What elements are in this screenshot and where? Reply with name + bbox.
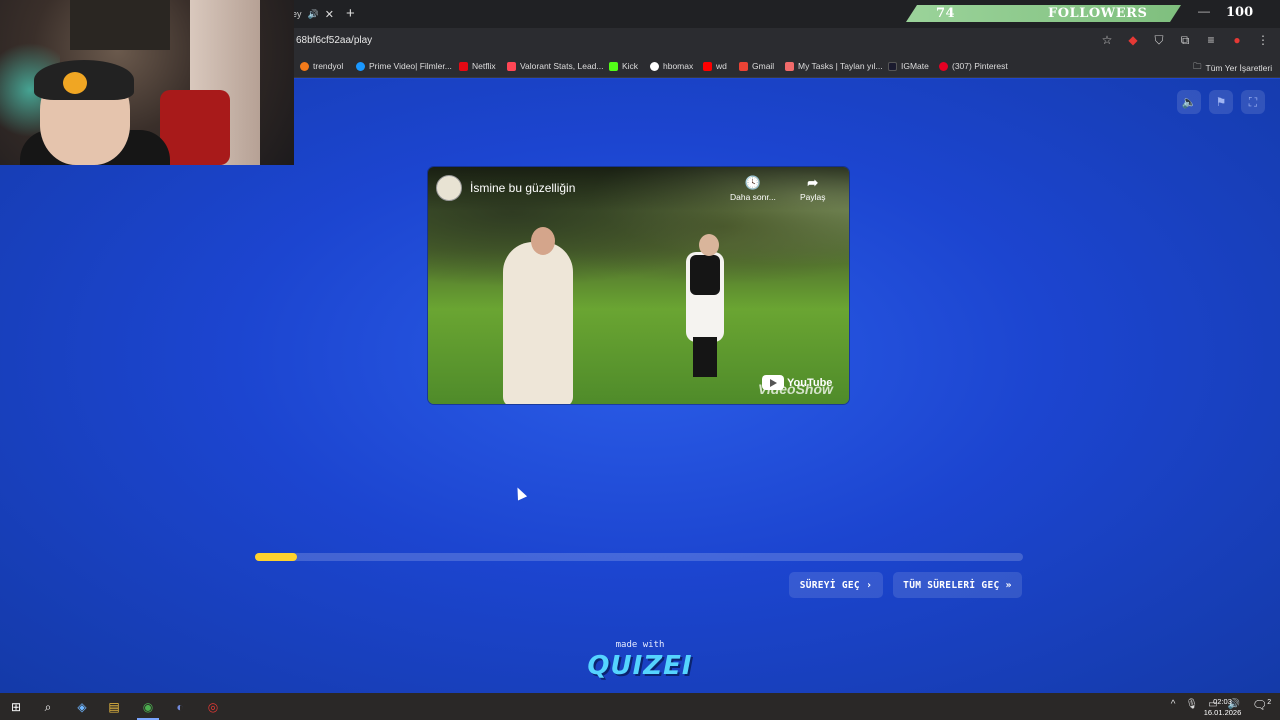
wall-poster bbox=[70, 0, 170, 50]
url-field[interactable]: 68bf6cf52aa/play bbox=[296, 35, 372, 46]
media-control-icon[interactable]: ≡ bbox=[1204, 33, 1218, 48]
gmail-icon bbox=[739, 61, 748, 71]
search-icon[interactable]: ⌕ bbox=[38, 697, 58, 717]
bookmark-netflix[interactable]: Netflix bbox=[459, 61, 496, 71]
video-title[interactable]: İsmine bu güzelliğin bbox=[470, 181, 575, 195]
microphone-icon[interactable]: 🎙 bbox=[1185, 699, 1198, 710]
obs-icon[interactable]: ◎ bbox=[203, 697, 223, 717]
valorant-icon bbox=[507, 61, 516, 71]
quiz-page: 🔈 ⚑ ⛶ İsmine bu güzelliğin 🕓 Daha sonr..… bbox=[0, 79, 1280, 693]
all-bookmarks-folder[interactable]: 🗀 Tüm Yer İşaretleri bbox=[1193, 61, 1272, 75]
prime-video-icon bbox=[356, 61, 365, 71]
followers-goal-bar: 74 FOLLOWERS bbox=[906, 5, 1181, 22]
skip-all-times-button[interactable]: TÜM SÜRELERİ GEÇ » bbox=[893, 572, 1022, 598]
youtube-play-icon bbox=[762, 375, 784, 390]
chevron-right-icon: › bbox=[865, 579, 873, 591]
clock-date: 16.01.2026 bbox=[1203, 708, 1242, 717]
browser-tab[interactable]: ley 🔊 ✕ bbox=[290, 4, 342, 24]
speaker-icon: 🔈 bbox=[1181, 95, 1197, 109]
minimize-icon[interactable]: — bbox=[1198, 4, 1210, 18]
clock-time: 02:03 bbox=[1213, 697, 1232, 706]
report-button[interactable]: ⚑ bbox=[1209, 90, 1233, 114]
video-figure-vest bbox=[690, 255, 720, 295]
bookmark-gmail[interactable]: Gmail bbox=[739, 61, 774, 71]
tab-close-icon[interactable]: ✕ bbox=[325, 8, 334, 21]
profile-avatar[interactable]: ● bbox=[1230, 33, 1244, 48]
bookmark-kick[interactable]: Kick bbox=[609, 61, 638, 71]
bookmark-my-tasks[interactable]: My Tasks | Taylan yıl... bbox=[785, 61, 883, 71]
timer-progress-fill bbox=[255, 553, 298, 561]
bookmark-pinterest[interactable]: (307) Pinterest bbox=[939, 61, 1008, 71]
bookmark-wd[interactable]: wd bbox=[703, 61, 727, 71]
chrome-icon[interactable]: ◉ bbox=[138, 697, 158, 717]
kick-icon bbox=[609, 61, 618, 71]
igmate-icon bbox=[888, 61, 897, 71]
watch-later-button[interactable]: 🕓 Daha sonr... bbox=[730, 175, 776, 202]
made-with-label: made with bbox=[615, 640, 665, 650]
fullscreen-icon: ⛶ bbox=[1248, 94, 1258, 109]
folder-icon: 🗀 bbox=[1193, 61, 1202, 71]
youtube-logo-link[interactable]: YouTube bbox=[762, 375, 832, 390]
embedded-youtube-video[interactable]: İsmine bu güzelliğin 🕓 Daha sonr... ➦ Pa… bbox=[428, 167, 849, 404]
trendyol-icon bbox=[300, 61, 309, 71]
sound-toggle-button[interactable]: 🔈 bbox=[1177, 90, 1201, 114]
cap-logo bbox=[63, 72, 87, 94]
flag-icon: ⚑ bbox=[1215, 95, 1227, 109]
video-figure-legs bbox=[693, 337, 717, 377]
share-icon: ➦ bbox=[807, 175, 819, 190]
tab-audio-icon[interactable]: 🔊 bbox=[308, 9, 319, 20]
clock-icon: 🕓 bbox=[744, 175, 762, 190]
pinterest-icon bbox=[939, 61, 948, 71]
browser-menu-icon[interactable]: ⋮ bbox=[1256, 33, 1270, 48]
followers-goal-value: 100 bbox=[1226, 5, 1254, 20]
address-bar-actions: ☆ ◆ ⛉ ⧉ ≡ ● ⋮ bbox=[1100, 33, 1270, 48]
bookmark-hbomax[interactable]: hbomax bbox=[650, 61, 693, 71]
tasks-icon bbox=[785, 61, 794, 71]
video-figure-man-left bbox=[503, 242, 573, 404]
followers-label: FOLLOWERS bbox=[1048, 6, 1148, 21]
extension-red-icon[interactable]: ◆ bbox=[1126, 33, 1140, 48]
discord-icon[interactable]: ◐ bbox=[170, 697, 190, 717]
skip-time-button[interactable]: SÜREYİ GEÇ › bbox=[789, 572, 883, 598]
skip-all-times-label: TÜM SÜRELERİ GEÇ bbox=[903, 579, 1000, 591]
copilot-icon[interactable]: ◈ bbox=[72, 697, 92, 717]
video-figure-head-left bbox=[531, 227, 555, 255]
notification-count: 2 bbox=[1267, 699, 1272, 706]
video-figure-head-right bbox=[699, 234, 719, 256]
bookmark-igmate[interactable]: IGMate bbox=[888, 61, 929, 71]
system-clock[interactable]: 02:03 16.01.2026 bbox=[1200, 696, 1245, 718]
fullscreen-button[interactable]: ⛶ bbox=[1241, 90, 1265, 114]
bookmark-trendyol[interactable]: trendyol bbox=[300, 61, 343, 71]
bookmark-prime-video[interactable]: Prime Video| Filmler... bbox=[356, 61, 452, 71]
youtube-icon bbox=[703, 61, 712, 71]
followers-count: 74 bbox=[936, 6, 956, 21]
netflix-icon bbox=[459, 61, 468, 71]
extensions-icon[interactable]: ⧉ bbox=[1178, 33, 1192, 48]
bookmark-valorant[interactable]: Valorant Stats, Lead... bbox=[507, 61, 603, 71]
windows-taskbar: ⊞ ⌕ ◈ ▤ ◉ ◐ ◎ ^ 🎙 ▭ 🔊 02:03 16.01.2026 🗨… bbox=[0, 693, 1280, 720]
new-tab-button[interactable]: + bbox=[346, 5, 355, 22]
gaming-chair bbox=[160, 90, 230, 165]
channel-avatar[interactable] bbox=[436, 175, 462, 201]
shield-icon[interactable]: ⛉ bbox=[1152, 33, 1166, 48]
quizei-logo[interactable]: QUIZEI bbox=[0, 651, 1280, 681]
double-chevron-right-icon: » bbox=[1005, 579, 1012, 591]
notification-center-icon[interactable]: 🗨2 bbox=[1252, 698, 1271, 712]
streamer-webcam bbox=[0, 0, 294, 165]
file-explorer-icon[interactable]: ▤ bbox=[104, 697, 124, 717]
bookmark-star-icon[interactable]: ☆ bbox=[1100, 33, 1114, 48]
skip-time-label: SÜREYİ GEÇ bbox=[799, 579, 860, 591]
tray-expand-icon[interactable]: ^ bbox=[1171, 699, 1176, 710]
windows-start-icon[interactable]: ⊞ bbox=[6, 697, 26, 717]
timer-progress-bar bbox=[255, 553, 1023, 561]
hbomax-icon bbox=[650, 61, 659, 71]
share-button[interactable]: ➦ Paylaş bbox=[800, 175, 826, 202]
